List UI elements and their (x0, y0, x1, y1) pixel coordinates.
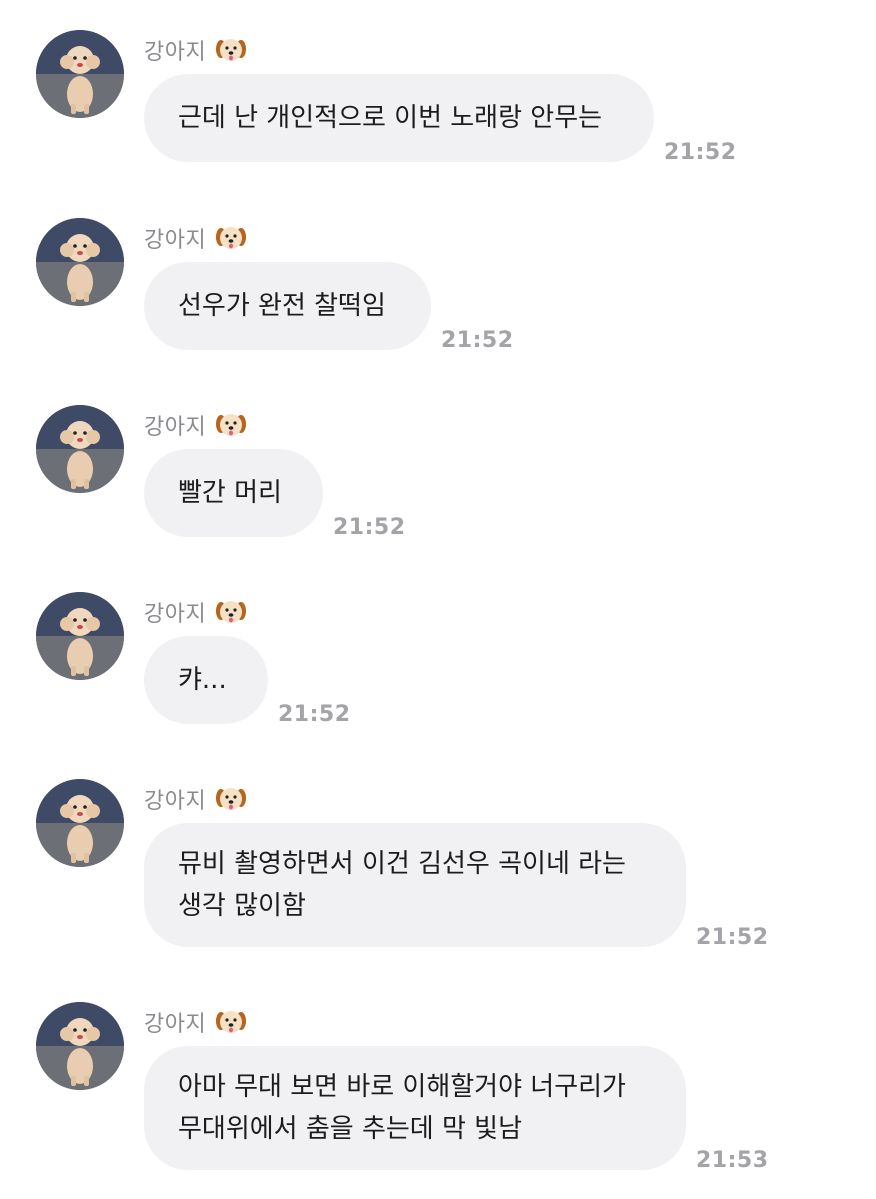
message-bubble[interactable]: 뮤비 촬영하면서 이건 김선우 곡이네 라는 생각 많이함 (144, 823, 686, 947)
dog-face-icon (216, 39, 247, 61)
timestamp: 21:53 (696, 1148, 769, 1173)
timestamp: 21:52 (664, 140, 737, 165)
dog-photo-icon (36, 1002, 124, 1090)
sender-header: 강아지 (144, 594, 247, 630)
sender-header: 강아지 (144, 220, 247, 256)
message-text: 아마 무대 보면 바로 이해할거야 너구리가 (178, 1072, 626, 1102)
sender-header: 강아지 (144, 32, 247, 68)
message-text: 생각 많이함 (178, 891, 306, 921)
avatar[interactable] (36, 218, 124, 306)
avatar[interactable] (36, 30, 124, 118)
sender-name: 강아지 (144, 789, 207, 814)
message-text: 선우가 완전 찰떡임 (178, 291, 386, 321)
message-text: 근데 난 개인적으로 이번 노래랑 안무는 (178, 103, 603, 133)
avatar[interactable] (36, 405, 124, 493)
message-bubble[interactable]: 아마 무대 보면 바로 이해할거야 너구리가 무대위에서 춤을 추는데 막 빛남 (144, 1046, 686, 1170)
message-text: 빨간 머리 (178, 478, 282, 508)
dog-photo-icon (36, 405, 124, 493)
sender-name: 강아지 (144, 602, 207, 627)
message-bubble[interactable]: 캬... (144, 636, 268, 724)
dog-photo-icon (36, 592, 124, 680)
sender-header: 강아지 (144, 781, 247, 817)
dog-face-icon (216, 227, 247, 249)
sender-name: 강아지 (144, 415, 207, 440)
avatar[interactable] (36, 779, 124, 867)
message-bubble[interactable]: 근데 난 개인적으로 이번 노래랑 안무는 (144, 74, 654, 162)
message-bubble[interactable]: 빨간 머리 (144, 449, 323, 537)
dog-photo-icon (36, 779, 124, 867)
avatar[interactable] (36, 592, 124, 680)
sender-header: 강아지 (144, 407, 247, 443)
timestamp: 21:52 (696, 925, 769, 950)
sender-name: 강아지 (144, 1012, 207, 1037)
sender-header: 강아지 (144, 1004, 247, 1040)
dog-face-icon (216, 788, 247, 810)
dog-face-icon (216, 414, 247, 436)
avatar[interactable] (36, 1002, 124, 1090)
dog-photo-icon (36, 218, 124, 306)
sender-name: 강아지 (144, 40, 207, 65)
dog-face-icon (216, 1011, 247, 1033)
message-text: 뮤비 촬영하면서 이건 김선우 곡이네 라는 (178, 849, 626, 879)
message-bubble[interactable]: 선우가 완전 찰떡임 (144, 262, 431, 350)
timestamp: 21:52 (333, 515, 406, 540)
timestamp: 21:52 (441, 328, 514, 353)
message-text: 캬... (178, 665, 227, 695)
timestamp: 21:52 (278, 702, 351, 727)
message-text: 무대위에서 춤을 추는데 막 빛남 (178, 1114, 523, 1144)
sender-name: 강아지 (144, 228, 207, 253)
dog-photo-icon (36, 30, 124, 118)
dog-face-icon (216, 601, 247, 623)
